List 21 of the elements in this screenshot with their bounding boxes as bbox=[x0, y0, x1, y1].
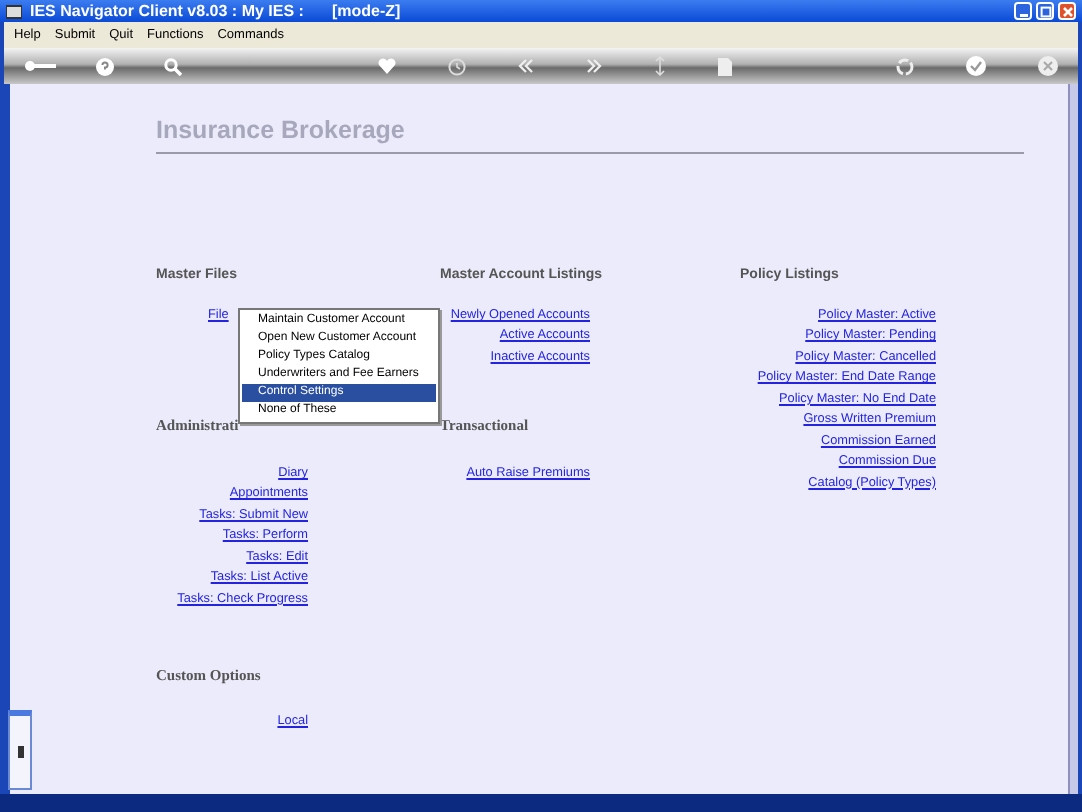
side-tab[interactable] bbox=[8, 710, 32, 790]
vertical-arrows-icon[interactable] bbox=[654, 56, 666, 76]
mode-label: [mode-Z] bbox=[331, 2, 401, 20]
search-icon[interactable] bbox=[164, 57, 182, 75]
check-icon[interactable] bbox=[966, 56, 986, 76]
refresh-icon[interactable] bbox=[896, 57, 914, 75]
close-button[interactable] bbox=[1058, 2, 1076, 20]
window-title: IES Navigator Client v8.03 : My IES : bbox=[30, 2, 304, 20]
close-icon[interactable] bbox=[1038, 56, 1058, 76]
help-icon[interactable] bbox=[96, 57, 114, 75]
clock-icon[interactable] bbox=[448, 57, 466, 75]
minimize-button[interactable] bbox=[1014, 2, 1032, 20]
maximize-icon bbox=[1039, 5, 1051, 17]
maximize-button[interactable] bbox=[1036, 2, 1054, 20]
double-chevron-right-icon[interactable] bbox=[586, 58, 602, 74]
page-icon bbox=[17, 746, 23, 758]
double-chevron-left-icon[interactable] bbox=[518, 58, 534, 74]
page-title: Insurance Brokerage bbox=[156, 116, 1024, 154]
heart-icon[interactable] bbox=[378, 58, 396, 74]
key-icon[interactable] bbox=[24, 60, 56, 72]
close-icon bbox=[1061, 5, 1073, 17]
